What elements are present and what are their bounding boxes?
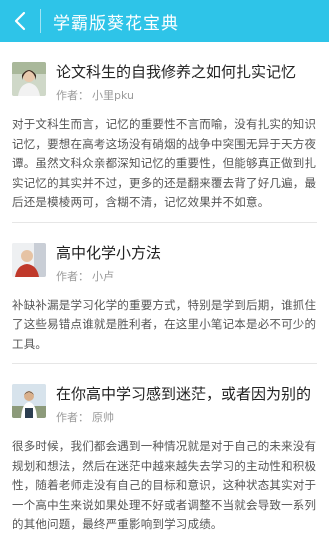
top-bar: 学霸版葵花宝典 — [0, 0, 329, 42]
article-item[interactable]: 在你高中学习感到迷茫，或者因为别的 作者： 原帅 很多时候，我们都会遇到一种情况就… — [12, 364, 317, 535]
author-avatar — [12, 384, 46, 418]
author-avatar — [12, 62, 46, 96]
article-item[interactable]: 高中化学小方法 作者： 小卢 补缺补漏是学习化学的重要方式，特别是学到后期，谁抓住… — [12, 223, 317, 364]
chevron-left-icon — [13, 11, 27, 31]
author-name: 小里pku — [92, 89, 134, 102]
article-item[interactable]: 论文科生的自我修养之如何扎实记忆 作者： 小里pku 对于文科生而言，记忆的重要性… — [12, 42, 317, 223]
author-label: 作者： — [56, 269, 89, 283]
article-title[interactable]: 在你高中学习感到迷茫，或者因为别的 — [56, 385, 311, 403]
article-header: 论文科生的自我修养之如何扎实记忆 作者： 小里pku — [12, 62, 317, 103]
article-header: 高中化学小方法 作者： 小卢 — [12, 242, 317, 284]
article-list: 论文科生的自我修养之如何扎实记忆 作者： 小里pku 对于文科生而言，记忆的重要性… — [0, 42, 329, 535]
article-summary: 对于文科生而言，记忆的重要性不言而喻，没有扎实的知识记忆，要想在高考这场没有硝烟… — [12, 117, 317, 209]
author-label: 作者： — [56, 89, 89, 102]
article-author: 作者： 小卢 — [56, 268, 161, 284]
author-label: 作者： — [56, 411, 89, 424]
back-button[interactable] — [0, 0, 40, 42]
article-header: 在你高中学习感到迷茫，或者因为别的 作者： 原帅 — [12, 384, 317, 425]
article-title[interactable]: 高中化学小方法 — [56, 244, 161, 262]
article-author: 作者： 小里pku — [56, 87, 296, 103]
article-summary: 很多时候，我们都会遇到一种情况就是对于自己的未来没有规划和想法，然后在迷茫中越来… — [12, 439, 317, 531]
author-avatar — [12, 242, 46, 277]
author-name: 原帅 — [92, 411, 114, 424]
author-name: 小卢 — [92, 269, 114, 283]
article-author: 作者： 原帅 — [56, 409, 311, 425]
header-divider — [40, 9, 41, 33]
page-title: 学霸版葵花宝典 — [53, 13, 179, 34]
article-summary: 补缺补漏是学习化学的重要方式，特别是学到后期，谁抓住了这些易错点谁就是胜利者，在… — [12, 297, 317, 351]
article-title[interactable]: 论文科生的自我修养之如何扎实记忆 — [56, 63, 296, 81]
